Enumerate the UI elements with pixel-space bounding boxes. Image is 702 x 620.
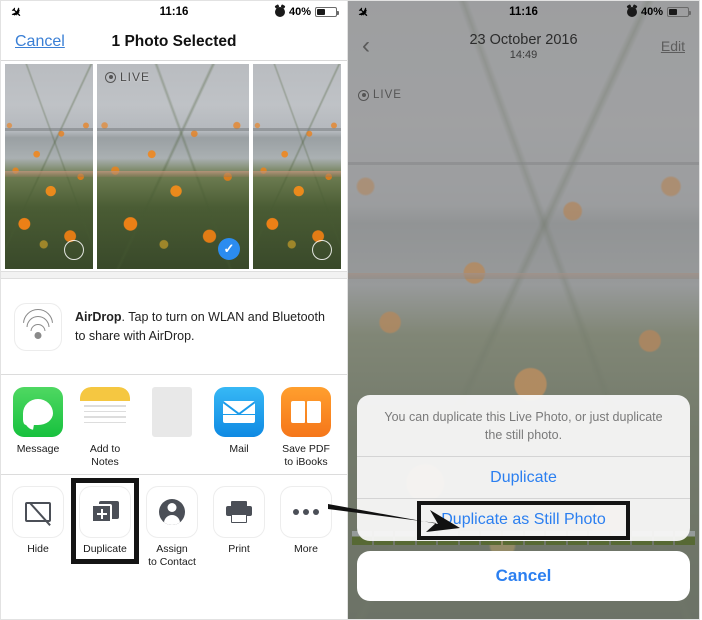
thumbnail-strip[interactable]: LIVE ✓	[1, 61, 347, 271]
share-app-placeholder[interactable]	[147, 387, 197, 443]
share-app-mail[interactable]: Mail	[214, 387, 264, 456]
back-chevron-icon[interactable]: ‹	[362, 34, 370, 58]
share-app-message[interactable]: Message	[13, 387, 63, 456]
photo-image	[5, 64, 93, 269]
action-duplicate[interactable]: Duplicate	[71, 478, 139, 564]
action-label: Assign to Contact	[148, 543, 196, 568]
edit-button[interactable]: Edit	[661, 38, 685, 54]
share-app-ibooks[interactable]: Save PDF to iBooks	[281, 387, 331, 468]
duplicate-action-sheet: You can duplicate this Live Photo, or ju…	[357, 395, 690, 541]
action-label: Duplicate	[83, 543, 127, 555]
thumbnail-3[interactable]	[253, 64, 341, 269]
selection-circle[interactable]	[64, 240, 84, 260]
more-icon[interactable]	[281, 487, 331, 537]
photo-date: 23 October 2016	[469, 31, 578, 48]
live-photo-icon	[105, 71, 116, 83]
app-label: Save PDF to iBooks	[282, 443, 330, 468]
airdrop-title: AirDrop	[75, 310, 122, 325]
status-left-group: ✈	[7, 2, 275, 22]
airplane-mode-icon: ✈	[354, 2, 373, 22]
app-label: Add to Notes	[89, 443, 121, 468]
action-label: Hide	[27, 543, 49, 555]
thumbnail-1[interactable]	[5, 64, 93, 269]
live-label: LIVE	[373, 89, 402, 101]
action-print[interactable]: Print	[214, 487, 264, 556]
action-sheet-message: You can duplicate this Live Photo, or ju…	[357, 395, 690, 457]
cancel-button[interactable]: Cancel	[15, 33, 65, 51]
duplicate-icon[interactable]	[80, 487, 130, 537]
status-right-group: 40%	[274, 6, 339, 18]
selection-circle[interactable]	[312, 240, 332, 260]
airdrop-row[interactable]: AirDrop. Tap to turn on WLAN and Bluetoo…	[1, 279, 347, 375]
photo-date-header: 23 October 2016 14:49	[348, 32, 699, 61]
airdrop-description: AirDrop. Tap to turn on WLAN and Bluetoo…	[75, 308, 325, 344]
action-label: Print	[228, 543, 250, 555]
live-photo-badge: LIVE	[358, 89, 402, 101]
share-apps-row[interactable]: Message Add to Notes Mail Save PDF to iB…	[1, 375, 347, 475]
strip-divider	[1, 271, 347, 279]
photo-image	[253, 64, 341, 269]
action-hide[interactable]: Hide	[13, 487, 63, 556]
action-assign-to-contact[interactable]: Assign to Contact	[147, 487, 197, 568]
airdrop-icon[interactable]	[15, 303, 61, 350]
app-label: Message	[16, 443, 60, 455]
sheet-cancel-button[interactable]: Cancel	[357, 551, 690, 601]
app-label: Mail	[229, 443, 249, 455]
battery-percent-label: 40%	[640, 6, 663, 18]
mail-icon[interactable]	[214, 387, 264, 437]
battery-icon	[315, 7, 339, 17]
ibooks-icon[interactable]	[281, 387, 331, 437]
assign-contact-icon[interactable]	[147, 487, 197, 537]
blank-placeholder-icon[interactable]	[152, 387, 192, 437]
duplicate-option-button[interactable]: Duplicate	[357, 457, 690, 499]
battery-percent-label: 40%	[288, 6, 311, 18]
photo-time: 14:49	[509, 48, 538, 61]
hide-icon[interactable]	[13, 487, 63, 537]
status-right-group: 40%	[626, 6, 691, 18]
battery-icon	[667, 7, 691, 17]
message-icon[interactable]	[13, 387, 63, 437]
live-photo-icon	[358, 89, 369, 101]
status-bar-left: ✈ 11:16 40%	[1, 1, 347, 23]
live-label: LIVE	[120, 70, 151, 84]
thumbnail-2[interactable]: LIVE ✓	[97, 64, 249, 269]
right-nav-bar: ‹ 23 October 2016 14:49 Edit	[348, 23, 699, 69]
screenshot-root: ✈ 11:16 40% Cancel 1 Photo Selected LIVE…	[0, 0, 702, 620]
print-icon[interactable]	[214, 487, 264, 537]
duplicate-still-label: Duplicate as Still Photo	[441, 511, 606, 528]
status-bar-right: ✈ 11:16 40%	[348, 1, 699, 23]
share-actions-row[interactable]: Hide Duplicate Assign to Contact Print M…	[1, 475, 347, 579]
alarm-clock-icon	[626, 7, 637, 17]
right-phone-panel: ✈ 11:16 40% ‹ 23 October 2016 14:49 Edit…	[348, 0, 700, 620]
airplane-mode-icon: ✈	[7, 2, 26, 22]
live-photo-badge: LIVE	[105, 70, 150, 84]
selection-checkmark[interactable]: ✓	[218, 238, 240, 260]
action-label: More	[294, 543, 318, 555]
share-app-notes[interactable]: Add to Notes	[80, 387, 130, 468]
left-phone-panel: ✈ 11:16 40% Cancel 1 Photo Selected LIVE…	[0, 0, 348, 620]
action-more[interactable]: More	[281, 487, 331, 556]
notes-icon[interactable]	[80, 387, 130, 437]
duplicate-as-still-photo-button[interactable]: Duplicate as Still Photo	[357, 499, 690, 541]
alarm-clock-icon	[274, 7, 285, 17]
left-nav-bar: Cancel 1 Photo Selected	[1, 23, 347, 61]
status-left-group: ✈	[354, 2, 627, 22]
